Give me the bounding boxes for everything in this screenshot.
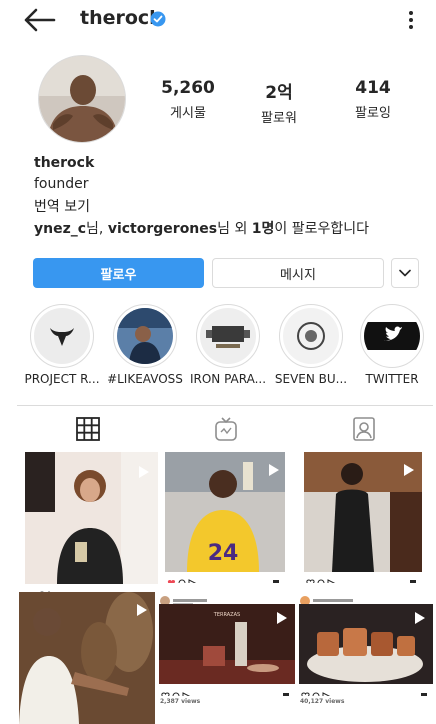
followed-user-1: ynez_c (34, 221, 87, 237)
followed-sep-2: 님 외 (217, 221, 252, 237)
bull-logo-icon (34, 308, 90, 364)
twitter-bird-icon (364, 308, 420, 364)
profile-avatar[interactable] (38, 55, 126, 143)
highlight-seven-bucks[interactable]: SEVEN BU... (275, 304, 347, 386)
iron-paradise-logo-icon (200, 308, 256, 364)
following-count: 414 (355, 78, 391, 98)
highlight-label: TWITTER (365, 372, 419, 386)
suggested-dropdown-button[interactable] (391, 258, 419, 288)
seven-bucks-logo-icon (283, 308, 339, 364)
follow-button[interactable]: 팔로우 (33, 258, 204, 288)
highlight-twitter[interactable]: TWITTER (357, 304, 427, 386)
followed-sep-1: 님, (86, 221, 108, 237)
followed-by-text[interactable]: ynez_c님, victorgerones님 외 1명이 팔로우합니다 (34, 218, 369, 238)
followers-count: 2억 (265, 83, 293, 103)
post-thumbnail[interactable]: 24 (165, 452, 285, 572)
highlight-iron-paradise[interactable]: IRON PARA... (190, 304, 266, 386)
followed-user-2: victorgerones (107, 221, 218, 237)
bio-role: founder (34, 176, 89, 192)
followed-count: 1명 (251, 221, 275, 237)
post-thumbnail[interactable] (299, 604, 433, 684)
post-action-bar (165, 573, 285, 583)
post-header (159, 592, 295, 604)
post-action-bar (159, 686, 295, 696)
stat-following[interactable]: 414 팔로잉 (328, 78, 418, 121)
post-views: 40,127 views (300, 698, 345, 705)
followed-tail: 이 팔로우합니다 (274, 221, 370, 237)
post-thumbnail[interactable] (304, 452, 422, 572)
more-options-icon[interactable] (404, 8, 418, 32)
followers-label: 팔로워 (261, 111, 297, 126)
posts-label: 게시물 (170, 106, 206, 121)
post-action-bar (304, 573, 422, 583)
verified-badge-icon (150, 11, 166, 27)
post-thumbnail[interactable] (19, 592, 155, 724)
svg-text:24: 24 (208, 541, 239, 566)
translate-link[interactable]: 번역 보기 (34, 196, 90, 216)
top-bar: therock (0, 0, 436, 40)
tagged-icon[interactable] (351, 416, 377, 442)
post-thumbnail[interactable]: TERRAZAS (159, 604, 295, 684)
post-header (299, 592, 433, 604)
post-thumbnail[interactable] (25, 452, 158, 584)
following-label: 팔로잉 (355, 106, 391, 121)
grid-view-icon[interactable] (75, 416, 101, 442)
chevron-down-icon (399, 269, 411, 277)
post-views: 2,387 views (160, 698, 201, 705)
highlight-project-rock[interactable]: PROJECT R... (24, 304, 100, 386)
stat-followers[interactable]: 2억 팔로워 (234, 78, 324, 126)
message-button[interactable]: 메시지 (212, 258, 384, 288)
post-action-bar (299, 686, 433, 696)
back-arrow-icon[interactable] (22, 6, 56, 34)
highlight-photo-icon (117, 308, 173, 364)
highlight-likeavoss[interactable]: #LIKEAVOSS (107, 304, 183, 386)
svg-text:TERRAZAS: TERRAZAS (213, 612, 240, 618)
stat-posts[interactable]: 5,260 게시물 (143, 78, 233, 121)
igtv-icon[interactable] (213, 416, 239, 442)
bio-name: therock (34, 155, 95, 171)
profile-tabs (17, 405, 433, 451)
posts-count: 5,260 (161, 78, 215, 98)
